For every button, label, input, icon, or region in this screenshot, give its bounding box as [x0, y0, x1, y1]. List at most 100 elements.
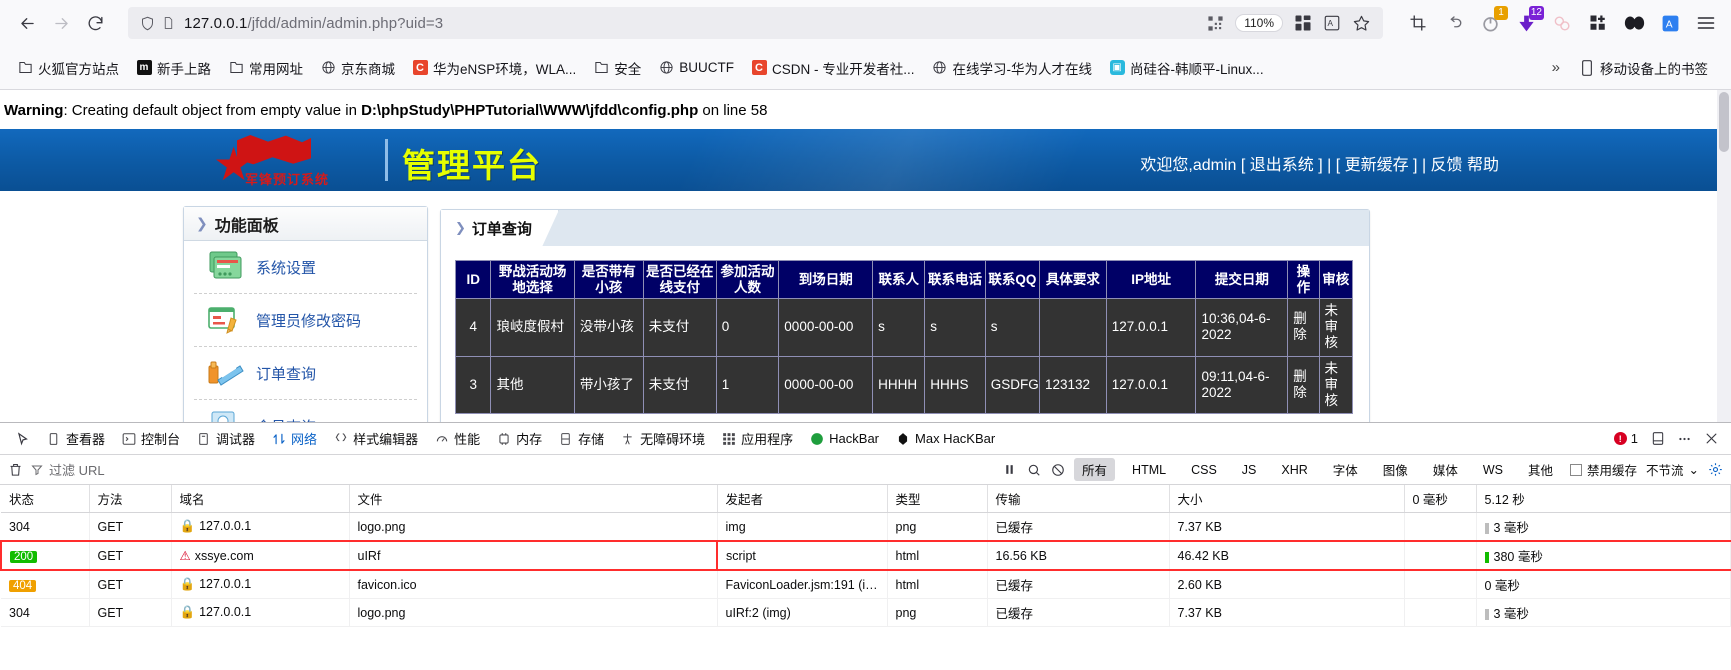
folder-icon [593, 60, 609, 76]
error-count-badge[interactable]: ! 1 [1613, 431, 1638, 446]
back-button[interactable] [10, 6, 44, 40]
filter-type-font[interactable]: 字体 [1325, 458, 1366, 481]
col-type[interactable]: 类型 [887, 485, 988, 513]
user-bar[interactable]: 欢迎您,admin [ 退出系统 ] | [ 更新缓存 ] | 反馈 帮助 [1140, 151, 1499, 175]
clear-requests-icon[interactable] [8, 462, 23, 477]
filter-type-image[interactable]: 图像 [1375, 458, 1416, 481]
tab-console[interactable]: 控制台 [114, 425, 187, 452]
search-icon[interactable] [1026, 462, 1041, 477]
devtools-element-picker[interactable] [8, 427, 37, 450]
tab-max-hackbar[interactable]: Max HacKBar [888, 427, 1002, 450]
add-grid-icon[interactable] [1587, 12, 1609, 34]
bookmark-item[interactable]: C CSDN - 专业开发者社... [744, 55, 922, 81]
filter-type-other[interactable]: 其他 [1520, 458, 1561, 481]
filter-type-ws[interactable]: WS [1475, 461, 1511, 479]
sidebar-item-system-settings[interactable]: 系统设置 [194, 241, 417, 294]
translate-ext-icon[interactable]: A [1659, 12, 1681, 34]
col-status[interactable]: 状态 [1, 485, 90, 513]
page-scrollbar-track[interactable] [1717, 90, 1731, 422]
throttling-select[interactable]: 不节流 ⌄ [1646, 460, 1699, 479]
filter-type-css[interactable]: CSS [1183, 461, 1225, 479]
tab-accessibility[interactable]: 无障碍环境 [613, 425, 712, 452]
undo-icon[interactable] [1443, 12, 1465, 34]
cell-delete-link[interactable]: 删除 [1287, 298, 1320, 357]
col-domain[interactable]: 域名 [171, 485, 350, 513]
network-request-row[interactable]: 404 GET 🔒 127.0.0.1 favicon.ico FaviconLo… [1, 570, 1731, 599]
cell-review-status[interactable]: 未审核 [1318, 298, 1354, 357]
bookmark-item[interactable]: 在线学习-华为人才在线 [925, 55, 1100, 81]
network-request-row[interactable]: 304 GET 🔒 127.0.0.1 logo.png img png 已缓存 … [1, 512, 1731, 542]
bookmark-item[interactable]: 京东商城 [313, 55, 402, 81]
mobile-bookmarks-item[interactable]: 移动设备上的书签 [1572, 55, 1715, 81]
url-bar-icons [140, 15, 175, 32]
timing-bar [1484, 552, 1489, 564]
col-method[interactable]: 方法 [89, 485, 172, 513]
tab-performance[interactable]: 性能 [427, 425, 487, 452]
devtools-more-menu-icon[interactable] [1677, 431, 1692, 446]
bookmark-item[interactable]: ▣ 尚硅谷-韩顺平-Linux... [1102, 55, 1271, 81]
block-requests-icon[interactable] [1050, 462, 1065, 477]
bookmark-item[interactable]: 安全 [586, 55, 648, 81]
cell-delete-link[interactable]: 删除 [1287, 355, 1320, 415]
download-icon[interactable]: 1 [1479, 6, 1508, 34]
tab-application[interactable]: 应用程序 [714, 425, 800, 452]
tab-storage[interactable]: 存储 [551, 425, 611, 452]
filter-type-all[interactable]: 所有 [1074, 458, 1116, 481]
bookmark-star-icon[interactable] [1352, 14, 1371, 33]
url-bar[interactable]: 127.0.0.1/jfdd/admin/admin.php?uid=3 110… [128, 7, 1383, 39]
network-request-row[interactable]: 304 GET 🔒 127.0.0.1 logo.png uIRf:2 (img)… [1, 598, 1731, 627]
zoom-level-badge[interactable]: 110% [1235, 14, 1283, 32]
col-size[interactable]: 大小 [1169, 485, 1405, 513]
tab-hackbar[interactable]: HackBar [802, 427, 886, 450]
bookmark-item[interactable]: 火狐官方站点 [10, 55, 126, 81]
filter-type-html[interactable]: HTML [1124, 461, 1174, 479]
bookmark-item[interactable]: 常用网址 [221, 55, 310, 81]
filter-type-media[interactable]: 媒体 [1425, 458, 1466, 481]
reload-button[interactable] [78, 6, 112, 40]
reader-mode-icon[interactable] [1294, 14, 1312, 32]
tab-debugger[interactable]: 调试器 [189, 425, 262, 452]
translate-icon[interactable]: A [1323, 14, 1341, 32]
screenshot-icon[interactable] [1407, 12, 1429, 34]
col-file[interactable]: 文件 [349, 485, 718, 513]
cell-initiator: img [717, 512, 888, 542]
filter-url-input[interactable]: 过滤 URL [31, 460, 211, 479]
bookmark-item[interactable]: m 新手上路 [129, 55, 218, 81]
network-settings-icon[interactable] [1708, 462, 1723, 477]
filter-type-xhr[interactable]: XHR [1273, 461, 1315, 479]
disable-cache-checkbox[interactable]: 禁用缓存 [1569, 460, 1637, 479]
forward-button[interactable] [44, 6, 78, 40]
memory-icon [496, 431, 511, 446]
site-logo[interactable]: ★ 军锋预订系统 [205, 131, 395, 189]
bookmark-item[interactable]: C 华为eNSP环境，WLA... [405, 55, 583, 81]
chain-icon[interactable] [1551, 12, 1573, 34]
page-scrollbar-thumb[interactable] [1719, 92, 1729, 152]
col-transfer[interactable]: 传输 [987, 485, 1170, 513]
network-request-row[interactable]: 200 GET ⚠ xssye.com uIRf script html 16.5… [0, 540, 1731, 571]
devtools-close-icon[interactable] [1704, 431, 1719, 446]
cell-review-status[interactable]: 未审核 [1318, 355, 1354, 415]
glasses-icon[interactable] [1623, 12, 1645, 34]
cell-initiator[interactable]: FaviconLoader.jsm:191 (img) [717, 570, 888, 599]
bookmark-item[interactable]: BUUCTF [651, 57, 741, 79]
sidebar-item-member-query[interactable]: 会员查询 [194, 400, 417, 422]
cell-initiator[interactable]: uIRf:2 (img) [717, 598, 888, 627]
col-initiator[interactable]: 发起者 [717, 485, 888, 513]
sidebar-item-order-query[interactable]: 订单查询 [194, 347, 417, 400]
pause-icon[interactable] [1002, 462, 1017, 477]
tab-memory[interactable]: 内存 [489, 425, 549, 452]
tab-order-query[interactable]: ❯ 订单查询 [441, 210, 559, 246]
orders-table: ID 野战活动场地选择 是否带有小孩 是否已经在线支付 参加活动人数 到场日期 … [454, 259, 1354, 415]
menu-hamburger-icon[interactable] [1695, 12, 1717, 34]
extension-download-icon[interactable]: 12 [1515, 6, 1544, 34]
table-row[interactable]: 3 其他 带小孩了 未支付 1 0000-00-00 HHHH HHHS GSD… [454, 355, 1354, 415]
tab-style-editor[interactable]: 样式编辑器 [326, 425, 425, 452]
bookmarks-overflow-chevron[interactable]: » [1552, 59, 1560, 76]
table-row[interactable]: 4 琅岐度假村 没带小孩 未支付 0 0000-00-00 s s s 127.… [454, 298, 1354, 357]
tab-inspector[interactable]: 查看器 [39, 425, 112, 452]
qrcode-icon[interactable] [1207, 15, 1224, 32]
sidebar-item-change-password[interactable]: 管理员修改密码 [194, 294, 417, 347]
dock-layout-icon[interactable] [1650, 431, 1665, 446]
tab-network[interactable]: 网络 [264, 425, 324, 452]
filter-type-js[interactable]: JS [1234, 461, 1265, 479]
